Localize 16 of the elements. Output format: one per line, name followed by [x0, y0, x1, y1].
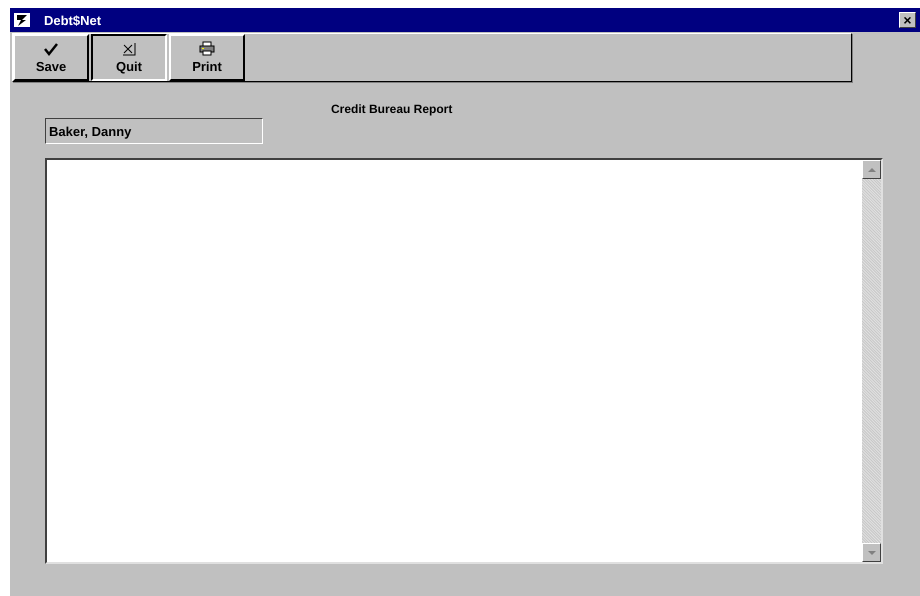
- scroll-down-button[interactable]: [862, 543, 881, 562]
- down-arrow-icon: [868, 550, 876, 554]
- up-arrow-icon: [868, 168, 876, 172]
- name-field[interactable]: Baker, Danny: [45, 118, 263, 144]
- report-title: Credit Bureau Report: [331, 102, 452, 118]
- toolbar-button[interactable]: Save: [13, 34, 89, 81]
- printer-icon: [199, 41, 215, 56]
- window-title: Debt$Net: [44, 12, 102, 28]
- close-button[interactable]: ×: [899, 12, 916, 28]
- close-icon: [122, 42, 136, 56]
- scroll-up-button[interactable]: [862, 160, 881, 179]
- toolbar-button[interactable]: Quit: [91, 34, 167, 81]
- app-icon: [14, 13, 30, 27]
- scrollbar[interactable]: [862, 160, 881, 562]
- check-icon: [44, 42, 58, 56]
- toolbar-button[interactable]: Print: [169, 34, 245, 81]
